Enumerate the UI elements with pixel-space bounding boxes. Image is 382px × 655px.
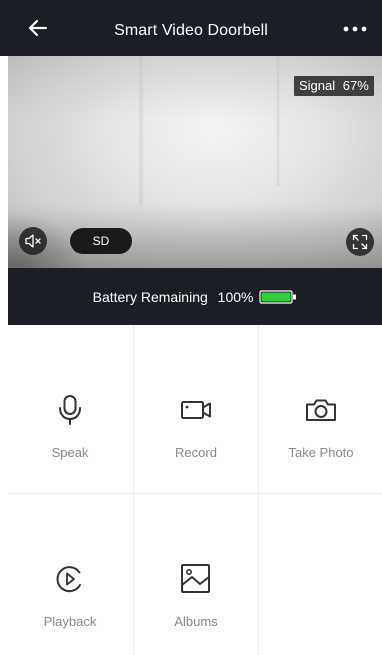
page-title: Smart Video Doorbell: [114, 22, 268, 39]
signal-badge: Signal 67%: [294, 76, 374, 96]
record-button[interactable]: Record: [134, 393, 258, 460]
action-grid: Speak Record Take Photo Playback Albums: [8, 325, 382, 655]
mute-button[interactable]: [19, 227, 47, 255]
fullscreen-icon: [352, 234, 368, 250]
image-icon: [181, 564, 210, 593]
quality-toggle-button[interactable]: SD: [70, 228, 132, 254]
more-options-icon[interactable]: [342, 22, 368, 36]
grid-divider: [8, 493, 382, 494]
video-texture-line: [276, 56, 280, 186]
speak-button[interactable]: Speak: [8, 393, 132, 460]
battery-label: Battery Remaining: [92, 289, 208, 305]
speaker-muted-icon: [25, 234, 41, 248]
playback-button[interactable]: Playback: [8, 562, 132, 629]
speak-label: Speak: [51, 445, 89, 460]
signal-value: 67%: [342, 78, 369, 93]
camera-icon: [306, 399, 336, 421]
back-arrow-icon[interactable]: [26, 16, 50, 40]
playback-icon: [56, 566, 81, 593]
video-camera-icon: [181, 401, 211, 419]
microphone-icon: [59, 395, 81, 425]
video-preview[interactable]: Signal 67% SD: [8, 56, 382, 268]
app-header: Smart Video Doorbell: [0, 0, 382, 56]
fullscreen-button[interactable]: [346, 228, 374, 256]
battery-status: Battery Remaining 100%: [8, 268, 382, 325]
playback-label: Playback: [43, 614, 97, 629]
albums-button[interactable]: Albums: [134, 562, 258, 629]
battery-value: 100%: [217, 289, 254, 305]
grid-divider: [258, 325, 259, 655]
take-photo-label: Take Photo: [288, 445, 354, 460]
albums-label: Albums: [174, 614, 218, 629]
take-photo-button[interactable]: Take Photo: [259, 393, 382, 460]
battery-icon: [259, 290, 297, 304]
signal-label: Signal: [299, 78, 336, 93]
battery-status-bar: Battery Remaining 100%: [8, 268, 382, 325]
video-texture-line: [138, 56, 144, 206]
record-label: Record: [175, 445, 217, 460]
